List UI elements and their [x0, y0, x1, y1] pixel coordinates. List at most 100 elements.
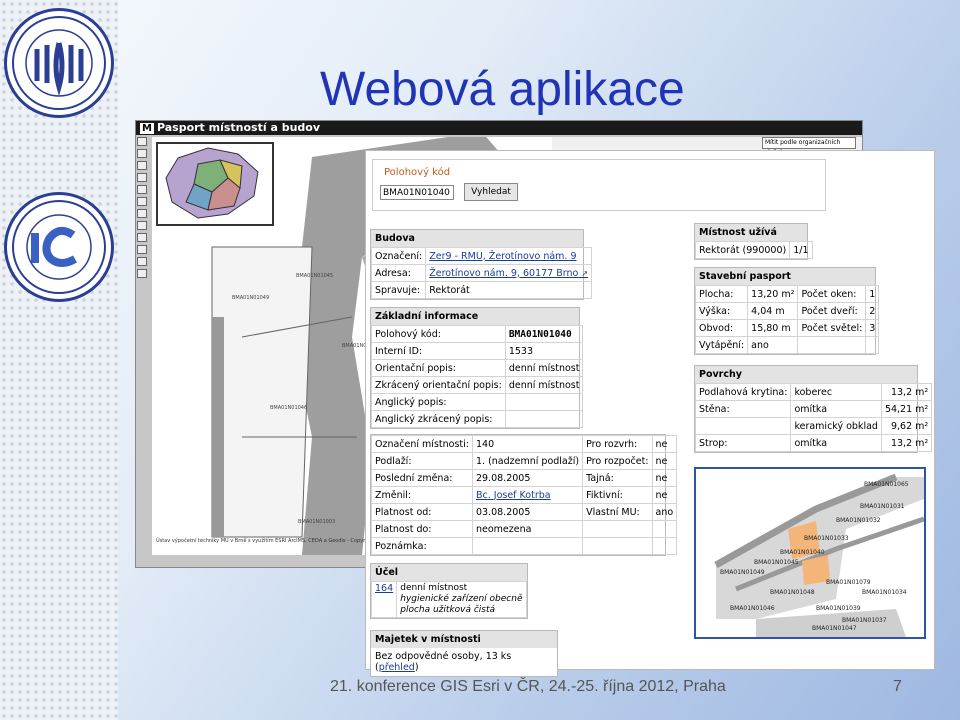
row-value: keramický obklad: [790, 417, 882, 435]
zoom-in-tool[interactable]: [137, 137, 147, 146]
table-row: Rektorát (990000) 1/1: [694, 241, 813, 259]
row-value: 1533: [504, 342, 584, 360]
row-label: Spravuje:: [370, 281, 427, 299]
row-value: 1. (nadzemní podlaží): [471, 452, 584, 470]
room-label: BMA01N01045: [296, 273, 334, 279]
purpose-code-link[interactable]: 164: [370, 581, 398, 618]
purpose-line: hygienické zařízení obecně: [400, 594, 523, 604]
zakladni-title: Základní informace: [371, 308, 579, 325]
map-toolbar: [137, 137, 149, 281]
row-value: neomezena: [471, 520, 584, 538]
table-row: Označení místnosti: 140 Pro rozvrh: ne: [371, 435, 678, 453]
overview-minimap[interactable]: [156, 142, 274, 226]
row-area: 54,21 m²: [880, 400, 933, 418]
row-label: Fiktivní:: [582, 486, 653, 504]
table-row: Platnost od: 03.08.2005 Vlastní MU: ano: [371, 503, 678, 521]
row-value: [651, 537, 678, 555]
print-tool[interactable]: [137, 257, 147, 266]
editor-link[interactable]: Bc. Josef Kotrba: [471, 486, 584, 504]
plan-room-label: BMA01N01046: [730, 605, 775, 612]
row-label: Strop:: [694, 434, 792, 452]
zoom-prev-tool[interactable]: [137, 185, 147, 194]
row-value: omítka: [790, 400, 882, 418]
table-row: Orientační popis: denní místnost: [371, 359, 584, 377]
table-row: Podlaží: 1. (nadzemní podlaží) Pro rozpoče…: [371, 452, 678, 470]
row-label: Polohový kód:: [371, 325, 506, 343]
row-label: Adresa:: [370, 264, 427, 282]
external-link-icon[interactable]: ↗: [581, 269, 588, 278]
row-value: ne: [651, 486, 678, 504]
mistnost-panel: Označení místnosti: 140 Pro rozvrh: ne Podl…: [370, 434, 678, 556]
row-label: Označení:: [370, 247, 427, 265]
row-value: 2: [865, 302, 880, 320]
table-row: 164 denní místnost hygienické zařízení o…: [370, 581, 527, 618]
room-location-plan[interactable]: BMA01N01065 BMA01N01031 BMA01N01032 BMA0…: [694, 467, 926, 639]
room-label: BMA01N01003: [298, 519, 336, 525]
room-label: BMA01N01046: [270, 405, 308, 411]
row-value: BMA01N01040: [504, 325, 584, 343]
masaryk-university-seal: [4, 8, 114, 118]
ucel-title: Účel: [371, 564, 527, 581]
row-value: 1: [865, 285, 880, 303]
purpose-line: denní místnost: [400, 583, 468, 593]
row-value: ano: [651, 503, 678, 521]
row-value: omítka: [790, 434, 882, 452]
user-share: 1/1: [789, 241, 813, 259]
pan-tool[interactable]: [137, 161, 147, 170]
stavebni-title: Stavební pasport: [695, 268, 875, 285]
row-area: 13,2 m²: [880, 383, 933, 401]
room-label: BMA01N0: [342, 343, 367, 349]
select-tool[interactable]: [137, 209, 147, 218]
table-row: Interní ID: 1533: [371, 342, 584, 360]
table-row: Plocha: 13,20 m² Počet oken: 1: [694, 285, 880, 303]
row-value: ne: [651, 452, 678, 470]
row-value: 13,20 m²: [747, 285, 799, 303]
ics-seal: [4, 192, 114, 302]
search-button[interactable]: Vyhledat: [464, 183, 518, 201]
room-label: BMA01N01049: [232, 295, 270, 301]
help-tool[interactable]: [137, 269, 147, 278]
stavebni-panel: Stavební pasport Plocha: 13,20 m² Počet ok…: [694, 267, 880, 355]
row-value: 140: [471, 435, 584, 453]
table-row: Vytápění: ano: [694, 336, 880, 354]
row-value: Rektorát: [425, 281, 593, 299]
location-code-input[interactable]: [380, 185, 454, 200]
layer-select[interactable]: Mítit podle organizačních složek: [762, 137, 856, 156]
budova-title: Budova: [371, 230, 583, 247]
query-tool[interactable]: [137, 245, 147, 254]
row-label: Označení místnosti:: [371, 435, 473, 453]
table-row: Anglický zkrácený popis:: [371, 410, 584, 428]
plan-room-label: BMA01N01047: [812, 625, 857, 632]
row-label: Obvod:: [694, 319, 749, 337]
info-tool[interactable]: [137, 221, 147, 230]
majetek-panel: Majetek v místnosti Bez odpovědné osoby,…: [370, 630, 558, 677]
row-label: Pro rozvrh:: [582, 435, 653, 453]
zoom-out-tool[interactable]: [137, 149, 147, 158]
slide-title: Webová aplikace: [320, 63, 685, 116]
row-label: Počet světel:: [797, 319, 867, 337]
table-row: keramický obklad 9,62 m²: [694, 417, 933, 435]
majetek-text: Bez odpovědné osoby, 13 ks (přehled): [371, 648, 557, 676]
prehled-link[interactable]: přehled: [379, 662, 415, 673]
table-row: Výška: 4,04 m Počet dveří: 2: [694, 302, 880, 320]
address-link[interactable]: Žerotínovo nám. 9, 60177 Brno ↗: [425, 264, 593, 282]
plan-room-label: BMA01N01079: [826, 579, 871, 586]
row-label: Změnil:: [371, 486, 473, 504]
table-row: Anglický popis:: [371, 393, 584, 411]
hand-tool[interactable]: [137, 197, 147, 206]
table-row: Změnil: Bc. Josef Kotrba Fiktivní: ne: [371, 486, 678, 504]
budova-panel: Budova Označení: Zer9 - RMU, Žerotínovo n…: [370, 229, 593, 300]
plan-room-label: BMA01N01033: [804, 535, 849, 542]
building-link[interactable]: Zer9 - RMU, Žerotínovo nám. 9: [425, 247, 593, 265]
measure-tool[interactable]: [137, 233, 147, 242]
address-text[interactable]: Žerotínovo nám. 9, 60177 Brno: [429, 268, 578, 279]
zoom-full-tool[interactable]: [137, 173, 147, 182]
slide-footer: 21. konference GIS Esri v ČR, 24.-25. ří…: [330, 678, 726, 695]
row-value: [651, 520, 678, 538]
row-value: [504, 393, 584, 411]
row-label: Anglický popis:: [371, 393, 506, 411]
table-row: Zkrácený orientační popis: denní místnost: [371, 376, 584, 394]
row-label: Poslední změna:: [371, 469, 473, 487]
majetek-close: ): [414, 662, 419, 673]
row-value: denní místnost: [504, 359, 584, 377]
